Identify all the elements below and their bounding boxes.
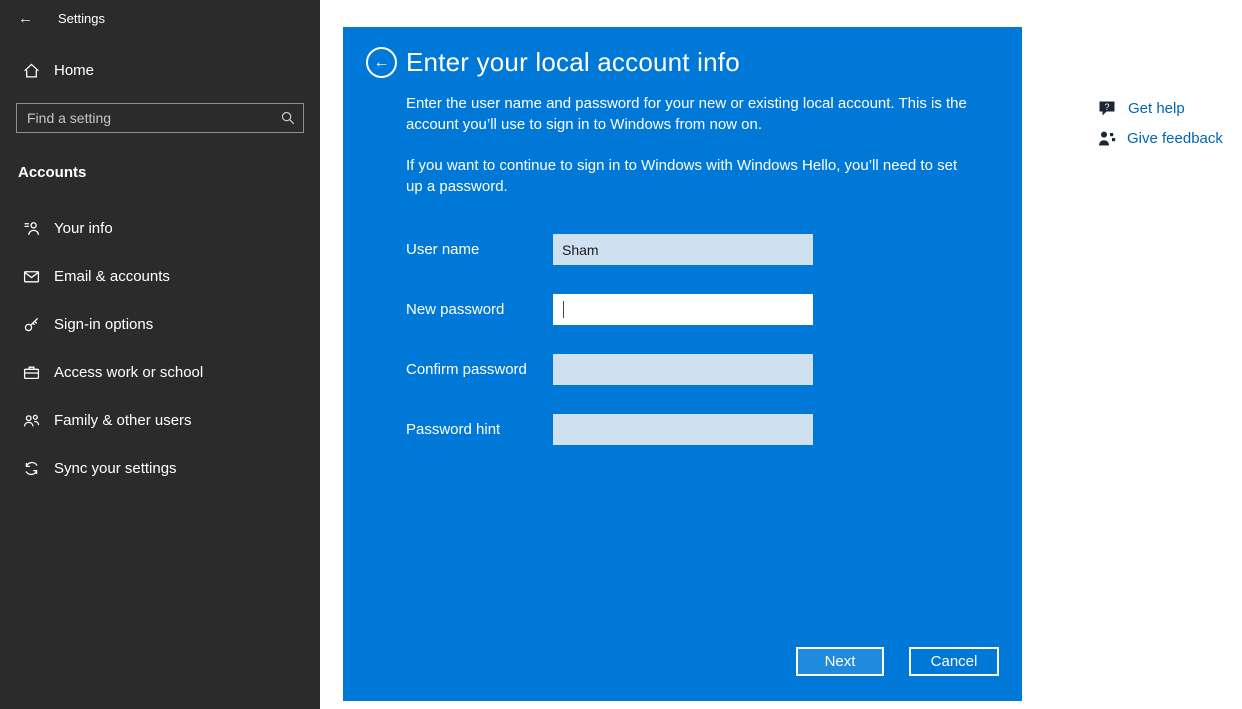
dialog-body: Enter the user name and password for you… [343,93,1022,445]
sidebar: ← Settings Home Accounts [0,0,320,709]
new-password-row: New password [406,294,1022,325]
dialog-header: ← Enter your local account info [343,27,1022,78]
dialog-title: Enter your local account info [406,47,740,78]
sidebar-item-your-info[interactable]: Your info [0,204,320,252]
password-hint-label: Password hint [406,421,553,438]
sidebar-section-header: Accounts [0,164,320,181]
settings-window: ← Settings Home Accounts [0,0,1242,709]
titlebar: ← Settings [0,0,320,27]
sidebar-item-family-other-users[interactable]: Family & other users [0,396,320,444]
sidebar-item-sign-in-options[interactable]: Sign-in options [0,300,320,348]
email-icon [22,267,40,285]
confirm-password-row: Confirm password [406,354,1022,385]
sidebar-item-label: Access work or school [54,364,203,381]
help-links: ? Get help Give feedback [1098,100,1223,147]
home-icon [22,61,40,79]
sidebar-item-label: Sync your settings [54,460,177,477]
search-icon[interactable] [273,110,303,126]
key-icon [22,315,40,333]
new-password-label: New password [406,301,553,318]
sidebar-item-label: Sign-in options [54,316,153,333]
sidebar-item-label: Family & other users [54,412,192,429]
search-box [16,103,304,133]
sidebar-item-home[interactable]: Home [0,50,320,90]
username-label: User name [406,241,553,258]
get-help-link[interactable]: ? Get help [1098,100,1223,117]
password-hint-row: Password hint [406,414,1022,445]
confirm-password-label: Confirm password [406,361,553,378]
window-title: Settings [58,11,105,26]
person-icon [22,219,40,237]
sidebar-nav: Your info Email & accounts [0,204,320,492]
svg-text:?: ? [1104,102,1109,112]
confirm-password-input[interactable] [553,354,813,385]
sidebar-item-label: Home [54,62,94,79]
username-input[interactable] [553,234,813,265]
briefcase-icon [22,363,40,381]
back-arrow-icon[interactable]: ← [18,10,58,27]
local-account-dialog: ← Enter your local account info Enter th… [343,27,1022,701]
next-button[interactable]: Next [796,647,884,676]
sidebar-item-label: Your info [54,220,113,237]
account-form: User name New password Confirm password [406,234,1022,445]
cancel-button[interactable]: Cancel [909,647,999,676]
get-help-icon: ? [1098,100,1117,117]
dialog-buttons: Next Cancel [796,647,999,676]
search-input[interactable] [17,110,273,126]
dialog-back-icon[interactable]: ← [366,47,397,78]
dialog-description-2: If you want to continue to sign in to Wi… [406,155,972,198]
password-hint-input[interactable] [553,414,813,445]
sidebar-item-access-work-school[interactable]: Access work or school [0,348,320,396]
sidebar-item-label: Email & accounts [54,268,170,285]
get-help-label: Get help [1128,100,1185,117]
new-password-input[interactable] [553,294,813,325]
dialog-description-1: Enter the user name and password for you… [406,93,972,136]
give-feedback-link[interactable]: Give feedback [1098,130,1223,147]
text-caret [563,301,564,318]
sidebar-item-sync-settings[interactable]: Sync your settings [0,444,320,492]
username-row: User name [406,234,1022,265]
give-feedback-icon [1098,130,1116,147]
sync-icon [22,459,40,477]
people-icon [22,411,40,429]
give-feedback-label: Give feedback [1127,130,1223,147]
sidebar-item-email-accounts[interactable]: Email & accounts [0,252,320,300]
